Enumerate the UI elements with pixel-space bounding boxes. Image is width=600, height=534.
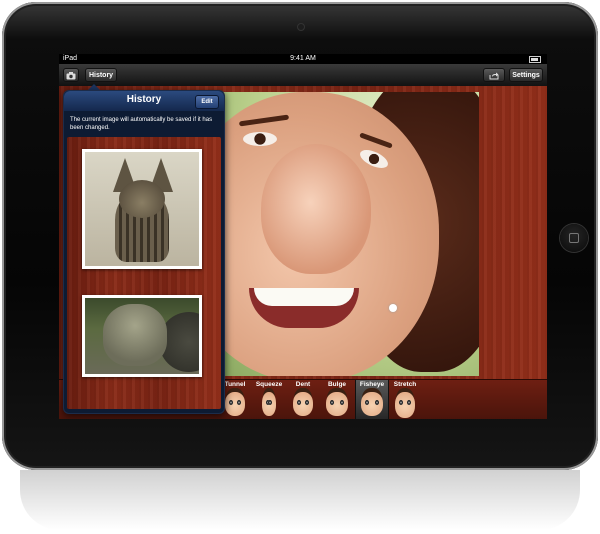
turtle-head (103, 304, 167, 366)
cat-head (119, 180, 165, 218)
toolbar: History Settings (59, 64, 547, 87)
home-square-icon (569, 233, 579, 243)
effect-fisheye-icon (361, 392, 383, 416)
home-button[interactable] (560, 224, 588, 252)
history-thumbnail-turtle[interactable] (82, 295, 202, 377)
popover-message: The current image will automatically be … (70, 117, 213, 131)
photo-left-eye (243, 132, 277, 146)
photo-right-eye (357, 146, 391, 172)
edit-button[interactable]: Edit (195, 95, 219, 109)
camera-button[interactable] (63, 68, 79, 82)
status-time: 9:41 AM (290, 55, 316, 62)
status-bar: iPad 9:41 AM (59, 54, 547, 64)
front-camera (298, 24, 304, 30)
effect-dent-icon (293, 392, 313, 416)
settings-button[interactable]: Settings (509, 68, 543, 82)
photo-nose (261, 144, 371, 274)
effect-item[interactable]: Stretch (389, 380, 421, 419)
effect-stretch-icon (395, 392, 415, 418)
share-button[interactable] (483, 68, 505, 82)
screen: iPad 9:41 AM History Settings Tunnel Squ… (59, 54, 547, 419)
history-list (67, 137, 221, 409)
history-button[interactable]: History (85, 68, 117, 82)
photo-right-brow (359, 132, 393, 149)
effect-item[interactable]: Bulge (321, 380, 353, 419)
photo-earring (389, 304, 397, 312)
photo-left-brow (238, 114, 290, 127)
effect-label: Stretch (393, 381, 417, 388)
battery-icon (529, 56, 541, 63)
cat-image (85, 152, 199, 266)
popover-header: History Edit (64, 91, 224, 111)
history-thumbnail-cat[interactable] (82, 149, 202, 269)
history-popover: History Edit The current image will auto… (63, 90, 225, 414)
device-reflection (20, 470, 580, 530)
turtle-image (85, 298, 199, 374)
share-icon (489, 72, 499, 80)
camera-icon (66, 72, 76, 80)
photo-mouth (249, 288, 359, 328)
distorted-photo[interactable] (219, 92, 479, 376)
effect-squeeze-icon (262, 392, 276, 416)
effect-bulge-icon (326, 392, 348, 416)
effect-tunnel-icon (225, 392, 245, 416)
photo-teeth (254, 288, 354, 306)
ipad-device: iPad 9:41 AM History Settings Tunnel Squ… (2, 2, 598, 470)
